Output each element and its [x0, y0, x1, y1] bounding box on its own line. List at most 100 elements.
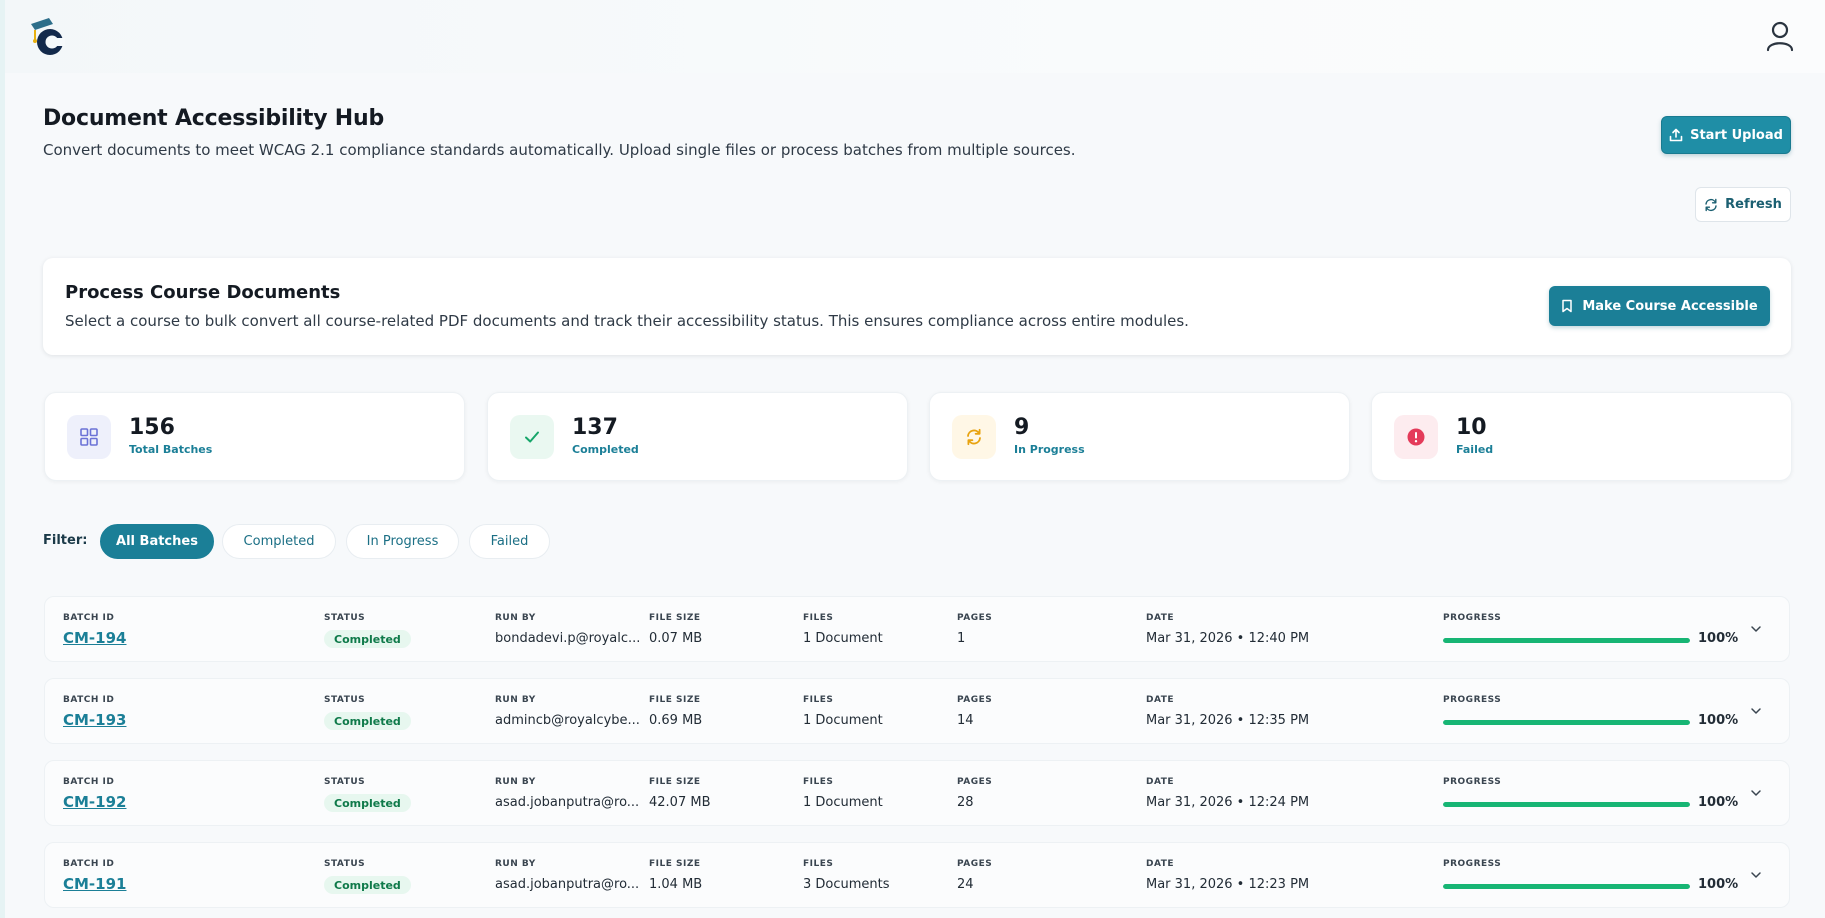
page-title: Document Accessibility Hub [43, 106, 385, 131]
start-upload-label: Start Upload [1690, 127, 1783, 143]
file-size-value: 0.07 MB [649, 631, 703, 646]
run-by-value: asad.jobanputra@ro... [495, 877, 640, 892]
run-by-header: RUN BY [495, 859, 536, 869]
grid-icon [67, 415, 111, 459]
progress-bar [1443, 884, 1690, 889]
file-size-header: FILE SIZE [649, 613, 701, 623]
progress-bar [1443, 638, 1690, 643]
left-rail [0, 0, 5, 918]
make-course-accessible-label: Make Course Accessible [1582, 298, 1758, 314]
batch-id-link[interactable]: CM-194 [63, 629, 126, 647]
batch-row[interactable]: BATCH ID CM-194 STATUS Completed RUN BY … [44, 596, 1790, 662]
filter-chip-in-progress[interactable]: In Progress [346, 524, 459, 559]
batch-row[interactable]: BATCH ID CM-192 STATUS Completed RUN BY … [44, 760, 1790, 826]
chevron-down-icon[interactable] [1748, 621, 1764, 637]
file-size-header: FILE SIZE [649, 859, 701, 869]
stat-value: 156 [129, 415, 175, 440]
pages-header: PAGES [957, 613, 993, 623]
files-header: FILES [803, 859, 834, 869]
batch-id-header: BATCH ID [63, 777, 115, 787]
status-header: STATUS [324, 613, 366, 623]
chevron-down-icon[interactable] [1748, 703, 1764, 719]
date-header: DATE [1146, 613, 1175, 623]
app-logo[interactable] [23, 14, 69, 60]
user-profile-icon[interactable] [1765, 20, 1795, 52]
stat-card-in-progress: 9 In Progress [929, 392, 1350, 481]
date-value: Mar 31, 2026 • 12:35 PM [1146, 713, 1310, 728]
file-size-value: 42.07 MB [649, 795, 711, 810]
progress-header: PROGRESS [1443, 859, 1502, 869]
run-by-header: RUN BY [495, 613, 536, 623]
stat-label: Total Batches [129, 443, 213, 456]
run-by-value: admincb@royalcybe... [495, 713, 640, 728]
stat-label: In Progress [1014, 443, 1085, 456]
progress-bar [1443, 720, 1690, 725]
file-size-value: 1.04 MB [649, 877, 703, 892]
pages-value: 28 [957, 795, 974, 810]
check-icon [510, 415, 554, 459]
stat-card-total-batches: 156 Total Batches [44, 392, 465, 481]
refresh-button[interactable]: Refresh [1695, 187, 1791, 222]
run-by-header: RUN BY [495, 777, 536, 787]
batch-row[interactable]: BATCH ID CM-193 STATUS Completed RUN BY … [44, 678, 1790, 744]
start-upload-button[interactable]: Start Upload [1661, 116, 1791, 154]
progress-fill [1443, 802, 1690, 807]
chevron-down-icon[interactable] [1748, 867, 1764, 883]
stat-label: Completed [572, 443, 639, 456]
stat-card-failed: 10 Failed [1371, 392, 1792, 481]
date-value: Mar 31, 2026 • 12:23 PM [1146, 877, 1310, 892]
stat-card-completed: 137 Completed [487, 392, 908, 481]
refresh-label: Refresh [1725, 197, 1782, 212]
batch-id-link[interactable]: CM-192 [63, 793, 126, 811]
make-course-accessible-button[interactable]: Make Course Accessible [1549, 286, 1770, 326]
course-card-title: Process Course Documents [65, 282, 341, 303]
status-header: STATUS [324, 695, 366, 705]
filter-label: Filter: [43, 533, 88, 548]
date-value: Mar 31, 2026 • 12:24 PM [1146, 795, 1310, 810]
pages-value: 1 [957, 631, 966, 646]
run-by-value: asad.jobanputra@ro... [495, 795, 640, 810]
stat-value: 9 [1014, 415, 1030, 440]
course-card-description: Select a course to bulk convert all cour… [65, 312, 1189, 330]
pages-header: PAGES [957, 695, 993, 705]
pages-value: 14 [957, 713, 974, 728]
bookmark-icon [1562, 299, 1573, 313]
graduation-cap-logo-icon [31, 18, 65, 55]
progress-bar [1443, 802, 1690, 807]
batch-id-link[interactable]: CM-191 [63, 875, 126, 893]
status-badge: Completed [324, 794, 411, 812]
date-header: DATE [1146, 777, 1175, 787]
stat-value: 137 [572, 415, 618, 440]
course-documents-card: Process Course Documents Select a course… [43, 258, 1791, 355]
date-header: DATE [1146, 859, 1175, 869]
batch-id-header: BATCH ID [63, 613, 115, 623]
pages-header: PAGES [957, 859, 993, 869]
files-value: 1 Document [803, 795, 883, 810]
progress-header: PROGRESS [1443, 695, 1502, 705]
pages-value: 24 [957, 877, 974, 892]
files-value: 3 Documents [803, 877, 890, 892]
progress-fill [1443, 720, 1690, 725]
filter-chip-all-batches[interactable]: All Batches [100, 524, 214, 559]
status-header: STATUS [324, 777, 366, 787]
batch-id-header: BATCH ID [63, 695, 115, 705]
batch-id-link[interactable]: CM-193 [63, 711, 126, 729]
batch-row[interactable]: BATCH ID CM-191 STATUS Completed RUN BY … [44, 842, 1790, 908]
file-size-header: FILE SIZE [649, 777, 701, 787]
file-size-header: FILE SIZE [649, 695, 701, 705]
progress-percent: 100% [1698, 795, 1739, 810]
file-size-value: 0.69 MB [649, 713, 703, 728]
run-by-header: RUN BY [495, 695, 536, 705]
status-badge: Completed [324, 630, 411, 648]
filter-chip-failed[interactable]: Failed [469, 524, 550, 559]
progress-percent: 100% [1698, 631, 1739, 646]
stat-label: Failed [1456, 443, 1494, 456]
date-header: DATE [1146, 695, 1175, 705]
chevron-down-icon[interactable] [1748, 785, 1764, 801]
pages-header: PAGES [957, 777, 993, 787]
progress-percent: 100% [1698, 713, 1739, 728]
upload-icon [1669, 128, 1683, 142]
files-value: 1 Document [803, 631, 883, 646]
filter-chip-completed[interactable]: Completed [222, 524, 336, 559]
page-subtitle: Convert documents to meet WCAG 2.1 compl… [43, 141, 1076, 159]
